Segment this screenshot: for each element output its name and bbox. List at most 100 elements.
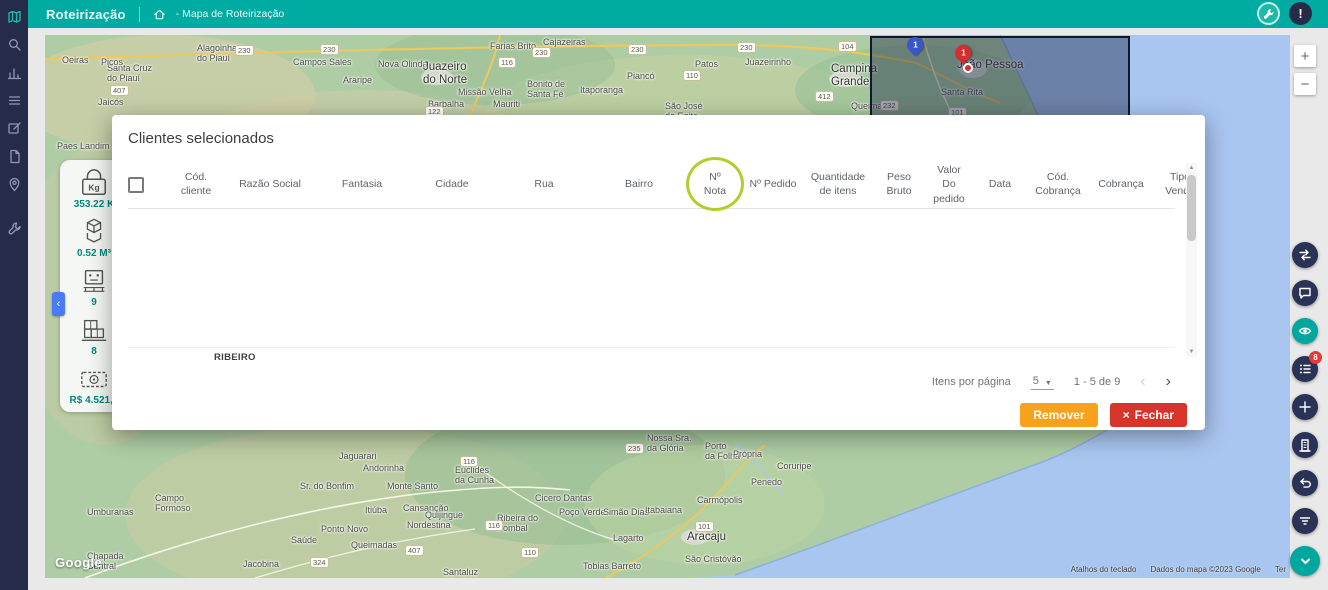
road-shield-icon: 110 <box>683 70 701 81</box>
table-column-header: Peso Bruto <box>874 170 924 198</box>
header-tools-button[interactable] <box>1257 2 1280 25</box>
bar-chart-icon[interactable] <box>7 65 22 80</box>
select-all-checkbox[interactable] <box>128 177 144 193</box>
map-label: Jaicós <box>98 97 124 107</box>
terms-link[interactable]: Ter <box>1275 565 1286 574</box>
keyboard-shortcuts-link[interactable]: Atalhos do teclado <box>1071 565 1137 574</box>
road-shield-icon: 230 <box>628 44 647 55</box>
map-label: São Cristóvão <box>685 554 742 564</box>
chevron-down-icon <box>1298 554 1312 568</box>
table-column-header: Cód. Cobrança <box>1026 170 1090 198</box>
header-alert-button[interactable]: ! <box>1289 2 1312 25</box>
app-header: Roteirização - Mapa de Roteirização ! <box>28 0 1328 28</box>
list-icon[interactable] <box>7 93 22 108</box>
scroll-down-arrow-icon[interactable]: ▼ <box>1186 347 1197 357</box>
deliveries-icon <box>76 315 112 345</box>
selected-clients-modal: Clientes selecionados Cód. clienteRazão … <box>112 115 1205 430</box>
map-data-copyright: Dados do mapa ©2023 Google <box>1150 565 1260 574</box>
road-shield-icon: 101 <box>695 521 714 532</box>
road-shield-icon: 407 <box>110 85 129 96</box>
routes-list-button[interactable]: 8 <box>1292 356 1318 382</box>
edit-icon[interactable] <box>7 121 22 136</box>
road-shield-icon: 116 <box>498 57 516 68</box>
map-label: Campos Sales <box>293 57 352 67</box>
table-column-headers: Cód. clienteRazão SocialFantasiaCidadeRu… <box>168 163 1208 206</box>
map-label: Santaluz <box>443 567 478 577</box>
road-shield-icon: 104 <box>838 41 857 52</box>
road-shield-icon: 412 <box>815 91 834 102</box>
map-label: Jacobina <box>243 559 279 569</box>
wrench-icon[interactable] <box>7 221 22 236</box>
company-button[interactable] <box>1292 432 1318 458</box>
map-attribution: Atalhos do teclado Dados do mapa ©2023 G… <box>1071 565 1286 574</box>
table-body-divider <box>128 347 1175 348</box>
map-label: Itabaiana <box>645 505 682 515</box>
route-pin-icon[interactable] <box>7 177 22 192</box>
header-divider <box>139 7 140 22</box>
remove-button[interactable]: Remover <box>1020 403 1097 427</box>
table-column-header: Cidade <box>408 177 496 191</box>
volume-icon <box>76 217 112 247</box>
app-title: Roteirização <box>46 7 126 22</box>
visibility-button[interactable] <box>1292 318 1318 344</box>
map-label: Penedo <box>751 477 782 487</box>
chat-button[interactable] <box>1292 280 1318 306</box>
stats-collapse-button[interactable]: ‹ <box>52 292 65 316</box>
map-dot-marker[interactable] <box>963 63 973 73</box>
map-icon[interactable] <box>7 9 22 24</box>
map-label: Campo Formoso <box>155 493 191 514</box>
stat-deliveries: 8 <box>76 315 112 357</box>
zoom-out-button[interactable]: − <box>1294 73 1316 95</box>
close-button[interactable]: × Fechar <box>1110 403 1187 427</box>
road-shield-icon: 235 <box>625 443 644 454</box>
breadcrumb: - Mapa de Roteirização <box>176 8 285 20</box>
scrollbar-thumb[interactable] <box>1187 175 1196 241</box>
map-label: Andorinha <box>363 463 404 473</box>
scroll-up-arrow-icon[interactable]: ▲ <box>1186 163 1197 173</box>
map-label: Cajazeiras <box>543 37 586 47</box>
map-label: Juazeiro do Norte <box>423 61 467 87</box>
stat-packages: 9 <box>76 266 112 308</box>
stat-weight-value: 353.22 K <box>74 199 115 210</box>
packages-icon <box>76 266 112 296</box>
undo-button[interactable] <box>1292 470 1318 496</box>
road-shield-icon: 116 <box>460 456 478 467</box>
page-size-select[interactable]: 5 ▼ <box>1031 375 1054 390</box>
close-x-icon: × <box>1123 408 1130 422</box>
table-column-header: Rua <box>496 177 592 191</box>
home-icon[interactable] <box>153 8 166 21</box>
map-label: Poço Verde <box>559 507 606 517</box>
map-label: Sr. do Bonfim <box>300 481 354 491</box>
document-icon[interactable] <box>7 149 22 164</box>
map-label: Simão Dias <box>603 507 649 517</box>
routes-list-icon <box>1298 362 1312 376</box>
table-column-header: Fantasia <box>316 177 408 191</box>
page-range-label: 1 - 5 de 9 <box>1074 376 1120 388</box>
table-column-header: Cód. cliente <box>168 170 224 198</box>
swap-routes-button[interactable] <box>1292 242 1318 268</box>
eye-icon <box>1298 324 1312 338</box>
map-label: Itaporanga <box>580 85 623 95</box>
money-icon <box>76 364 112 394</box>
search-icon[interactable] <box>7 37 22 52</box>
collapse-toolbar-button[interactable] <box>1290 546 1320 576</box>
next-page-button[interactable]: › <box>1166 374 1171 390</box>
add-icon <box>1298 400 1312 414</box>
map-label: Aracaju <box>687 531 726 544</box>
routes-count-badge: 8 <box>1309 351 1322 364</box>
map-label: Picos <box>101 57 123 67</box>
modal-actions: Remover × Fechar <box>1020 403 1187 427</box>
add-button[interactable] <box>1292 394 1318 420</box>
table-column-header: Cobrança <box>1090 177 1152 191</box>
zoom-in-button[interactable]: + <box>1294 45 1316 67</box>
table-scrollbar[interactable]: ▲ ▼ <box>1186 163 1197 357</box>
filter-button[interactable] <box>1292 508 1318 534</box>
map-label: Tobias Barreto <box>583 561 641 571</box>
map-label: Quijingue <box>425 510 463 520</box>
stat-volume: 0.52 M³ <box>76 217 112 259</box>
table-column-header: Bairro <box>592 177 686 191</box>
road-shield-icon: 110 <box>521 547 539 558</box>
previous-page-button[interactable]: ‹ <box>1140 374 1145 390</box>
map-label: Queimadas <box>351 540 397 550</box>
close-button-label: Fechar <box>1135 408 1174 422</box>
